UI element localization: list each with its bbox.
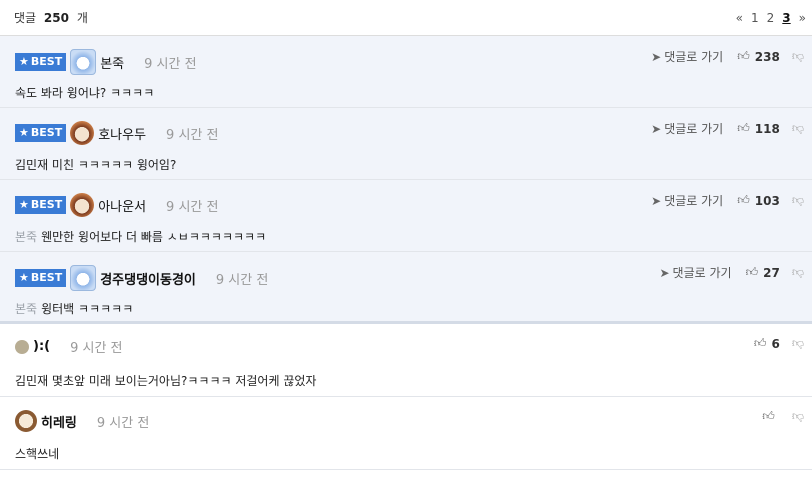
best-comment: ★ BEST 본죽 9 시간 전 속도 봐라 윙어냐? ㅋㅋㅋㅋ ➤ 댓글로 가기 … [0, 36, 812, 108]
send-arrow-icon: ➤ [659, 265, 670, 280]
send-arrow-icon: ➤ [651, 121, 662, 136]
nickname[interactable]: 히레링 [41, 412, 77, 431]
pagination-prev[interactable]: « [736, 11, 743, 25]
avatar[interactable] [15, 410, 37, 432]
like-count: 103 [754, 193, 780, 208]
go-to-reply-link[interactable]: ➤ 댓글로 가기 [651, 48, 723, 65]
avatar[interactable] [70, 265, 97, 291]
nickname[interactable]: 아나운서 [98, 196, 146, 215]
comment: 히레링 9 시간 전 스핵쓰네 👍︎ 👎︎ [0, 397, 812, 470]
avatar[interactable] [15, 339, 29, 354]
comment: ):( 9 시간 전 김민재 몇초앞 미래 보이는거아님?ㅋㅋㅋㅋ 저걸어케 끊… [0, 324, 812, 397]
thumbs-down-icon[interactable]: 👎︎ [792, 409, 804, 424]
reply-target[interactable]: 본죽 [15, 230, 37, 244]
thumbs-down-icon[interactable]: 👎︎ [792, 265, 804, 280]
send-arrow-icon: ➤ [651, 193, 662, 208]
pagination: « 1 2 3 » [736, 11, 806, 25]
like-button[interactable]: 👍︎ 103 [737, 193, 780, 208]
nickname[interactable]: 호나우두 [98, 124, 146, 143]
send-arrow-icon: ➤ [651, 49, 662, 64]
thumbs-up-icon: 👍︎ [762, 409, 775, 423]
comment-count-suffix: 개 [76, 11, 88, 25]
timestamp: 9 시간 전 [166, 199, 219, 215]
like-button[interactable]: 👍︎ [762, 409, 780, 424]
best-badge: ★ BEST [15, 53, 67, 71]
best-comment: ★ BEST 경주댕댕이동경이 9 시간 전 본죽 윙터백 ㅋㅋㅋㅋㅋ ➤ 댓글로 가… [0, 252, 812, 324]
like-button[interactable]: 👍︎ 238 [737, 49, 780, 64]
timestamp: 9 시간 전 [96, 415, 150, 431]
thumbs-down-icon[interactable]: 👎︎ [792, 49, 804, 64]
thumbs-up-icon: 👍︎ [745, 265, 759, 279]
thumbs-up-icon: 👍︎ [737, 121, 750, 135]
thumbs-up-icon: 👍︎ [737, 193, 750, 207]
reply-target[interactable]: 본죽 [15, 302, 37, 316]
avatar[interactable] [70, 49, 97, 75]
like-count: 238 [754, 49, 780, 64]
pagination-page-1[interactable]: 1 [751, 11, 759, 25]
comment-text: 김민재 몇초앞 미래 보이는거아님?ㅋㅋㅋㅋ 저걸어케 끊었자 [15, 374, 317, 388]
comment-count: 댓글 250 개 [14, 9, 88, 26]
thumbs-down-icon[interactable]: 👎︎ [792, 121, 804, 136]
best-badge: ★ BEST [15, 124, 67, 142]
thumbs-down-icon[interactable]: 👎︎ [792, 336, 804, 351]
timestamp: 9 시간 전 [215, 272, 269, 288]
comment-text: 김민재 미친 ㅋㅋㅋㅋㅋ 윙어임? [15, 158, 177, 172]
thumbs-up-icon: 👍︎ [737, 49, 750, 63]
timestamp: 9 시간 전 [70, 341, 123, 356]
like-button[interactable]: 👍︎ 6 [754, 336, 780, 351]
go-to-reply-link[interactable]: ➤ 댓글로 가기 [651, 120, 723, 137]
comment-list: ):( 9 시간 전 김민재 몇초앞 미래 보이는거아님?ㅋㅋㅋㅋ 저걸어케 끊… [0, 324, 812, 470]
nickname[interactable]: 본죽 [100, 53, 124, 72]
pagination-page-3[interactable]: 3 [782, 11, 790, 25]
pagination-next[interactable]: » [799, 11, 806, 25]
like-button[interactable]: 👍︎ 118 [737, 121, 780, 136]
like-count: 6 [771, 336, 780, 351]
nickname[interactable]: 경주댕댕이동경이 [100, 269, 196, 288]
star-icon: ★ [19, 55, 29, 68]
pagination-page-2[interactable]: 2 [767, 11, 775, 25]
comment-text: 속도 봐라 윙어냐? ㅋㅋㅋㅋ [15, 86, 155, 100]
best-comment: ★ BEST 아나운서 9 시간 전 본죽 웬만한 윙어보다 더 빠름 ㅅㅂㅋㅋㅋㅋ… [0, 180, 812, 252]
comment-text: 스핵쓰네 [15, 447, 60, 461]
like-button[interactable]: 👍︎ 27 [746, 265, 780, 280]
star-icon: ★ [19, 126, 29, 139]
comment-text: 본죽 윙터백 ㅋㅋㅋㅋㅋ [15, 302, 134, 316]
best-comment: ★ BEST 호나우두 9 시간 전 김민재 미친 ㅋㅋㅋㅋㅋ 윙어임? ➤ 댓글로… [0, 108, 812, 180]
comment-text: 본죽 웬만한 윙어보다 더 빠름 ㅅㅂㅋㅋㅋㅋㅋㅋㅋ [15, 230, 267, 244]
star-icon: ★ [19, 271, 29, 284]
nickname[interactable]: ):( [33, 339, 50, 354]
star-icon: ★ [19, 198, 29, 211]
best-comments: ★ BEST 본죽 9 시간 전 속도 봐라 윙어냐? ㅋㅋㅋㅋ ➤ 댓글로 가기 … [0, 36, 812, 324]
avatar[interactable] [70, 121, 95, 145]
best-badge: ★ BEST [15, 196, 67, 214]
like-count: 27 [763, 265, 780, 280]
avatar[interactable] [70, 193, 95, 217]
thumbs-up-icon: 👍︎ [753, 336, 767, 350]
best-badge: ★ BEST [15, 269, 67, 287]
go-to-reply-link[interactable]: ➤ 댓글로 가기 [651, 192, 723, 209]
timestamp: 9 시간 전 [166, 127, 219, 143]
go-to-reply-link[interactable]: ➤ 댓글로 가기 [659, 264, 731, 281]
like-count: 118 [754, 121, 780, 136]
comment-count-label: 댓글 [14, 11, 37, 25]
timestamp: 9 시간 전 [144, 56, 197, 72]
comment-count-number: 250 [43, 11, 69, 25]
thumbs-down-icon[interactable]: 👎︎ [792, 193, 804, 208]
comments-header: 댓글 250 개 « 1 2 3 » [0, 0, 812, 36]
